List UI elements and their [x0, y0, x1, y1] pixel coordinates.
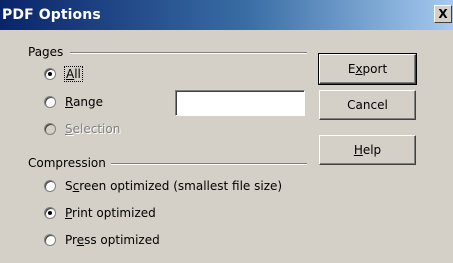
radio-selection-indicator — [44, 123, 56, 135]
radio-press-label: Press optimized — [65, 233, 160, 247]
close-button[interactable]: X — [434, 5, 452, 23]
radio-print-optimized[interactable]: Print optimized — [44, 205, 156, 221]
help-button[interactable]: Help — [319, 135, 416, 165]
pages-group-divider — [70, 52, 307, 54]
radio-selection-label: Selection — [65, 122, 121, 136]
cancel-button-label: Cancel — [347, 98, 388, 112]
range-input[interactable] — [175, 90, 305, 116]
export-button-label: Export — [347, 62, 388, 76]
radio-pages-all[interactable]: All — [44, 66, 83, 82]
radio-pages-range[interactable]: Range — [44, 94, 103, 110]
close-icon: X — [438, 7, 448, 21]
radio-press-indicator[interactable] — [44, 234, 56, 246]
compression-group-label: Compression — [28, 156, 111, 170]
radio-pages-selection: Selection — [44, 121, 120, 137]
pdf-options-dialog: PDF Options X Pages All Range Selection … — [0, 0, 453, 263]
radio-print-label: Print optimized — [65, 206, 156, 220]
radio-all-label: All — [64, 66, 83, 82]
radio-print-indicator[interactable] — [44, 207, 56, 219]
radio-screen-optimized[interactable]: Screen optimized (smallest file size) — [44, 178, 282, 194]
export-button[interactable]: Export — [318, 53, 417, 85]
radio-range-indicator[interactable] — [44, 96, 56, 108]
radio-press-optimized[interactable]: Press optimized — [44, 232, 160, 248]
dialog-title: PDF Options — [2, 7, 101, 23]
radio-all-indicator[interactable] — [44, 68, 56, 80]
radio-screen-indicator[interactable] — [44, 180, 56, 192]
radio-range-label: Range — [65, 95, 104, 109]
cancel-button[interactable]: Cancel — [319, 90, 416, 120]
pages-group-label: Pages — [28, 45, 69, 59]
compression-group-divider — [110, 163, 307, 165]
help-button-label: Help — [353, 143, 382, 157]
radio-screen-label: Screen optimized (smallest file size) — [65, 179, 283, 193]
title-bar[interactable]: PDF Options X — [0, 0, 453, 30]
